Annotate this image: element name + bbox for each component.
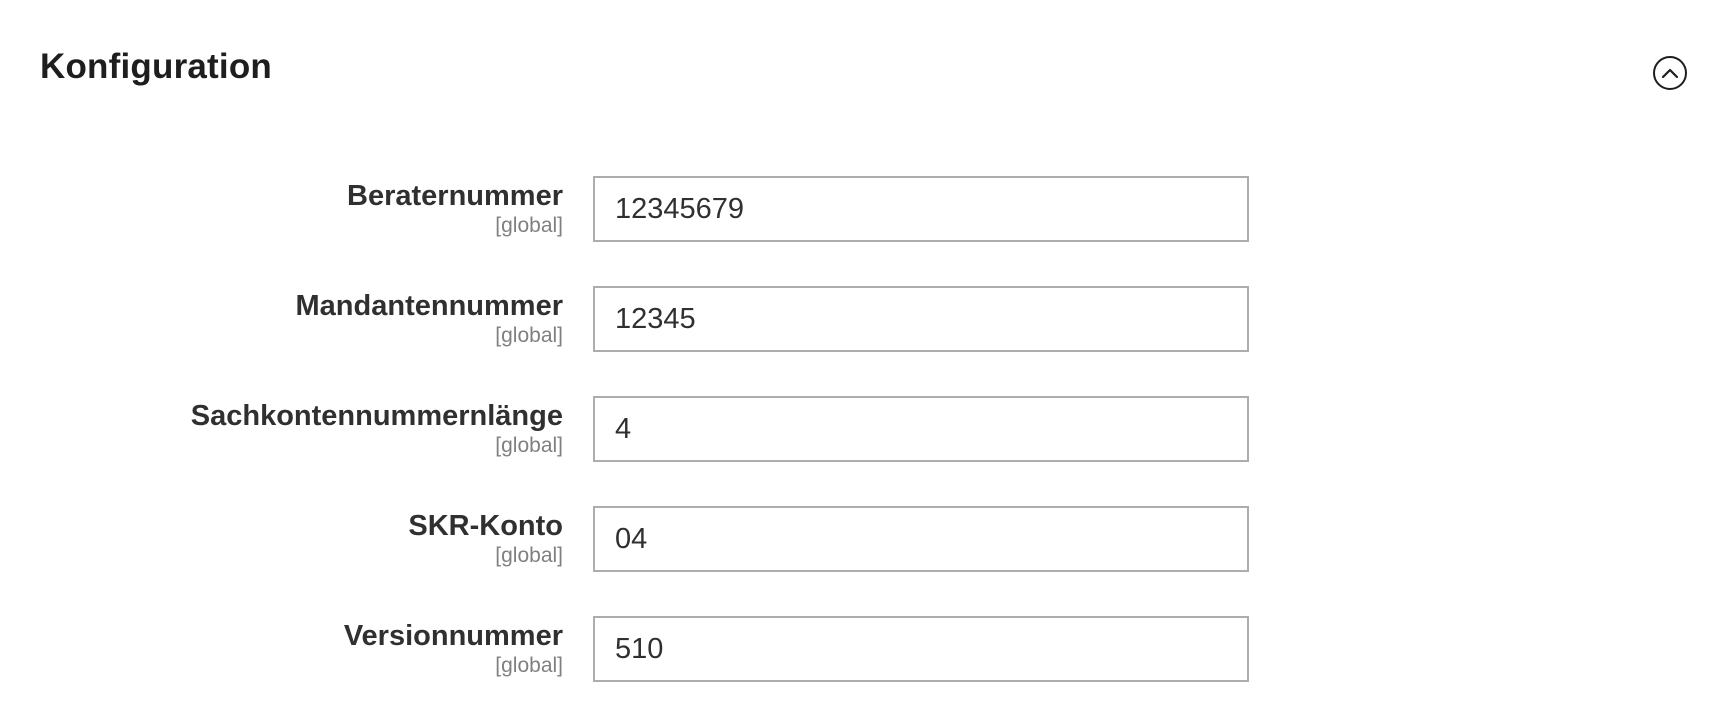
field-label: Beraternummer — [347, 180, 563, 212]
sachkontennummernlaenge-input[interactable] — [593, 396, 1249, 462]
field-row-sachkontennummernlaenge: Sachkontennummernlänge [global] — [0, 396, 1722, 506]
scope-label: [global] — [495, 324, 563, 347]
field-row-mandantennummer: Mandantennummer [global] — [0, 286, 1722, 396]
collapse-section-button[interactable] — [1653, 56, 1687, 90]
field-label: Versionnummer — [343, 620, 563, 652]
mandantennummer-input[interactable] — [593, 286, 1249, 352]
scope-label: [global] — [495, 214, 563, 237]
versionnummer-input[interactable] — [593, 616, 1249, 682]
field-label-group: Mandantennummer [global] — [296, 286, 563, 348]
field-label: SKR-Konto — [408, 510, 563, 542]
scope-label: [global] — [495, 434, 563, 457]
skr-konto-input[interactable] — [593, 506, 1249, 572]
field-label: Sachkontennummernlänge — [190, 400, 563, 432]
scope-label: [global] — [495, 654, 563, 677]
field-row-beraternummer: Beraternummer [global] — [0, 176, 1722, 286]
field-label-group: Sachkontennummernlänge [global] — [191, 396, 563, 458]
field-row-skr-konto: SKR-Konto [global] — [0, 506, 1722, 616]
chevron-up-icon — [1661, 68, 1679, 79]
field-label: Mandantennummer — [295, 290, 563, 322]
beraternummer-input[interactable] — [593, 176, 1249, 242]
field-label-group: Versionnummer [global] — [344, 616, 563, 678]
field-label-group: SKR-Konto [global] — [408, 506, 563, 568]
config-form: Beraternummer [global] Mandantennummer [… — [0, 176, 1722, 726]
field-label-group: Beraternummer [global] — [347, 176, 563, 238]
field-row-versionnummer: Versionnummer [global] — [0, 616, 1722, 726]
scope-label: [global] — [495, 544, 563, 567]
section-title: Konfiguration — [40, 47, 272, 86]
